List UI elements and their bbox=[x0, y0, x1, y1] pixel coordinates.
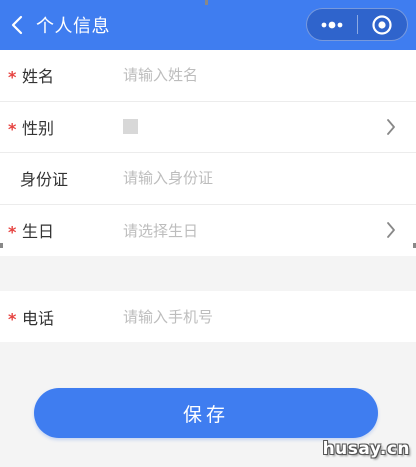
more-button[interactable] bbox=[307, 8, 357, 41]
page-title: 个人信息 bbox=[36, 16, 110, 37]
required-mark: * bbox=[8, 119, 17, 139]
chevron-left-icon bbox=[11, 15, 23, 35]
id-card-label: 身份证 bbox=[20, 170, 69, 190]
nav-bar: 个人信息 bbox=[0, 0, 416, 50]
edge-mark bbox=[0, 243, 3, 248]
birthday-picker[interactable]: 请选择生日 bbox=[123, 220, 198, 241]
required-mark: * bbox=[8, 222, 17, 242]
target-circle-icon bbox=[372, 14, 392, 35]
birthday-label: 生日 bbox=[22, 222, 55, 242]
phone-row: * 电话 bbox=[0, 291, 416, 343]
required-mark: * bbox=[8, 309, 17, 329]
close-mini-program-button[interactable] bbox=[357, 8, 407, 41]
back-button[interactable] bbox=[2, 0, 32, 50]
id-card-input[interactable] bbox=[123, 169, 363, 188]
gender-picker-value[interactable] bbox=[123, 119, 138, 135]
contact-form: * 电话 bbox=[0, 291, 416, 342]
gender-row[interactable]: * 性别 bbox=[0, 102, 416, 153]
watermark: husay.cn bbox=[322, 439, 410, 459]
save-button[interactable]: 保存 bbox=[34, 388, 378, 438]
name-label: 姓名 bbox=[22, 67, 55, 87]
required-mark: * bbox=[8, 67, 17, 87]
more-dots-icon bbox=[321, 21, 343, 28]
personal-info-form: * 姓名 * 性别 身份证 * 生日 请选择生日 bbox=[0, 50, 416, 256]
name-row: * 姓名 bbox=[0, 50, 416, 102]
phone-input[interactable] bbox=[123, 307, 363, 326]
phone-label: 电话 bbox=[22, 308, 55, 328]
page: 个人信息 * 姓名 * bbox=[0, 0, 416, 467]
chevron-right-icon bbox=[386, 117, 400, 137]
chevron-right-icon bbox=[386, 220, 400, 240]
name-input[interactable] bbox=[123, 66, 363, 85]
gender-label: 性别 bbox=[22, 118, 55, 138]
mini-program-capsule bbox=[306, 8, 408, 41]
id-card-row: 身份证 bbox=[0, 153, 416, 205]
edge-mark bbox=[205, 0, 208, 5]
birthday-row[interactable]: * 生日 请选择生日 bbox=[0, 205, 416, 257]
